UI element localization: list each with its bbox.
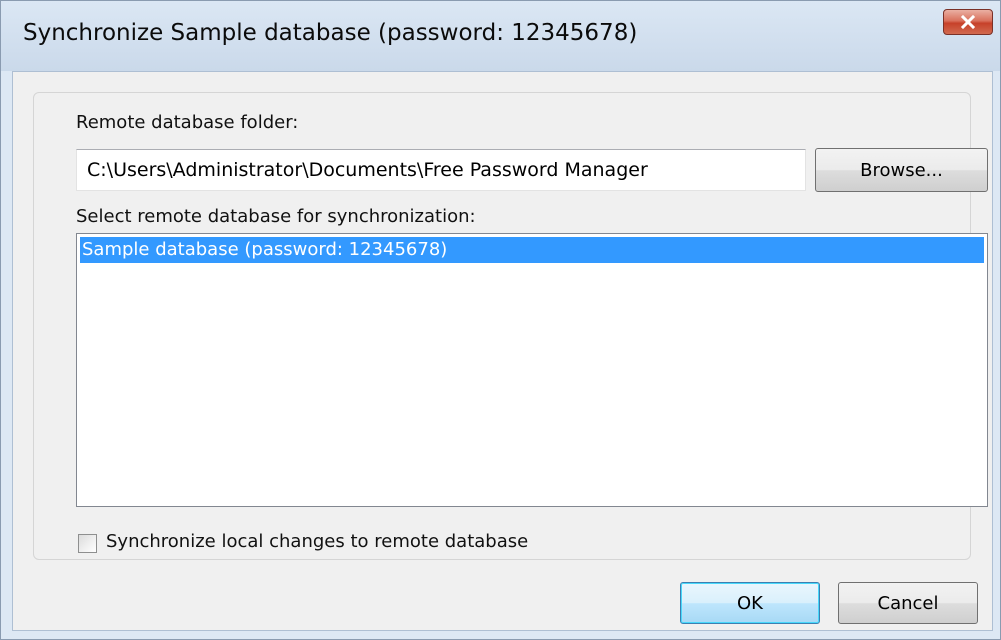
list-item[interactable]: Sample database (password: 12345678) xyxy=(80,237,984,263)
browse-button[interactable]: Browse... xyxy=(815,148,988,192)
ok-button[interactable]: OK xyxy=(680,582,820,624)
sync-local-changes-checkbox[interactable] xyxy=(78,534,97,553)
title-bar[interactable]: Synchronize Sample database (password: 1… xyxy=(1,1,1000,71)
database-list-label: Select remote database for synchronizati… xyxy=(76,206,476,227)
sync-dialog: Synchronize Sample database (password: 1… xyxy=(0,0,1001,640)
close-icon xyxy=(960,15,976,29)
cancel-button[interactable]: Cancel xyxy=(838,582,978,624)
folder-path-input[interactable] xyxy=(76,149,806,191)
database-listbox[interactable]: Sample database (password: 12345678) xyxy=(76,233,988,507)
close-button[interactable] xyxy=(943,9,993,35)
dialog-body: Remote database folder: Browse... Select… xyxy=(12,71,993,631)
dialog-title: Synchronize Sample database (password: 1… xyxy=(23,20,638,46)
settings-group: Remote database folder: Browse... Select… xyxy=(33,92,988,560)
sync-local-changes-label[interactable]: Synchronize local changes to remote data… xyxy=(106,531,528,552)
folder-label: Remote database folder: xyxy=(76,112,299,133)
